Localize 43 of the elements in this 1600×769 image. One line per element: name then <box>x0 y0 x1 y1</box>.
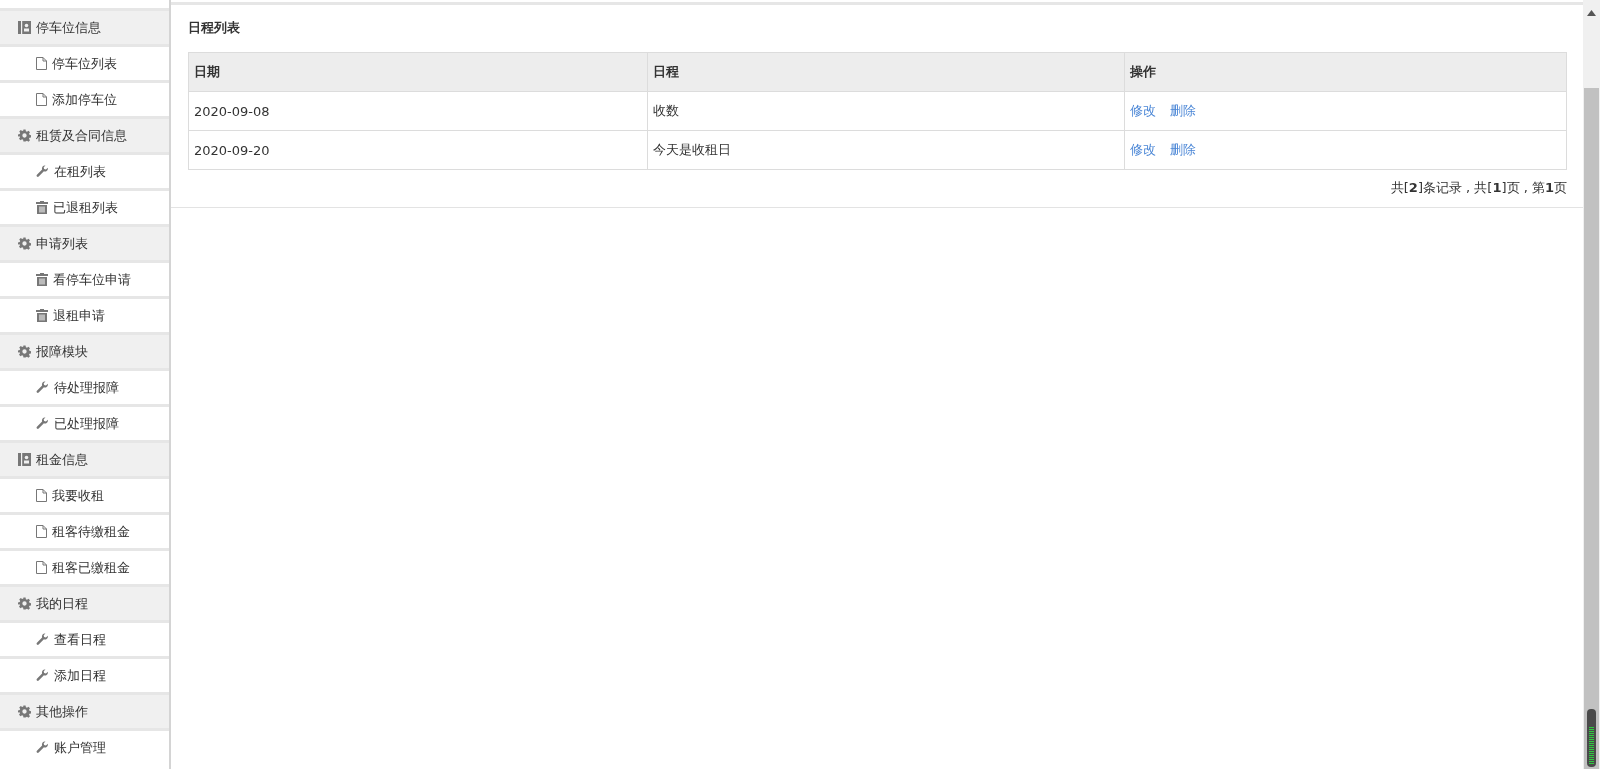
gear-icon <box>18 705 31 718</box>
file-icon <box>36 489 47 502</box>
wrench-icon <box>36 417 49 430</box>
panel-title: 日程列表 <box>188 19 240 37</box>
sidebar-group[interactable]: 我的日程 <box>0 584 169 620</box>
column-header: 操作 <box>1124 52 1567 92</box>
file-icon <box>36 93 47 106</box>
edit-link[interactable]: 修改 <box>1129 103 1156 118</box>
wrench-icon <box>36 381 49 394</box>
wrench-icon <box>36 633 49 646</box>
sidebar-group[interactable]: 其他操作 <box>0 692 169 728</box>
delete-link[interactable]: 删除 <box>1169 142 1196 157</box>
trash-icon <box>36 201 48 214</box>
sidebar-group[interactable]: 报障模块 <box>0 332 169 368</box>
table-cell: 今天是收租日 <box>647 130 1125 170</box>
table-cell: 收数 <box>647 91 1125 131</box>
address-book-icon <box>18 21 31 34</box>
column-header: 日期 <box>188 52 648 92</box>
file-icon <box>36 57 47 70</box>
sidebar-group[interactable]: 租金信息 <box>0 440 169 476</box>
delete-link[interactable]: 删除 <box>1169 103 1196 118</box>
address-book-icon <box>18 453 31 466</box>
trash-icon <box>36 273 48 286</box>
edit-link[interactable]: 修改 <box>1129 142 1156 157</box>
file-icon <box>36 561 47 574</box>
table-cell: 2020-09-08 <box>188 91 648 131</box>
sidebar-group[interactable]: 租赁及合同信息 <box>0 116 169 152</box>
pagination-info: 共[2]条记录 , 共[1]页 , 第1页 <box>1390 179 1567 197</box>
table-cell: 2020-09-20 <box>188 130 648 170</box>
sidebar-group[interactable]: 申请列表 <box>0 224 169 260</box>
column-header: 日程 <box>647 52 1125 92</box>
wrench-icon <box>36 165 49 178</box>
scroll-up-icon[interactable] <box>1587 10 1596 16</box>
gear-icon <box>18 129 31 142</box>
file-icon <box>36 525 47 538</box>
gear-icon <box>18 597 31 610</box>
sidebar-group[interactable]: 停车位信息 <box>0 8 169 44</box>
trash-icon <box>36 309 48 322</box>
wrench-icon <box>36 669 49 682</box>
level-meter-drawing <box>1587 709 1596 767</box>
gear-icon <box>18 345 31 358</box>
gear-icon <box>18 237 31 250</box>
wrench-icon <box>36 741 49 754</box>
